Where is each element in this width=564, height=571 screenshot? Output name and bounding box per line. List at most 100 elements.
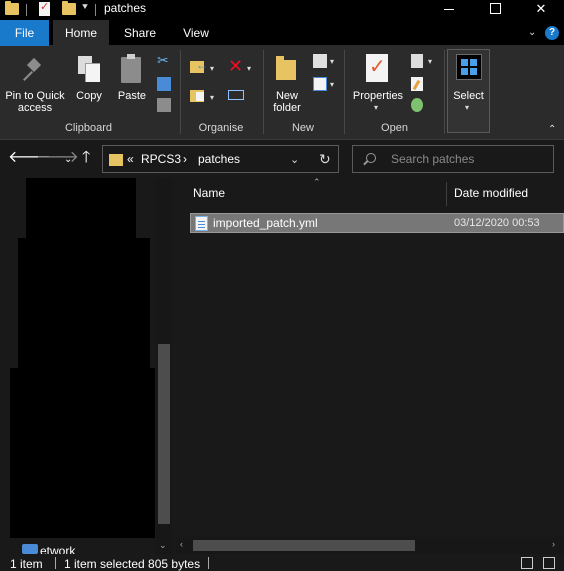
help-icon[interactable]: ?: [545, 26, 559, 40]
redacted-area: [18, 238, 150, 388]
status-bar: 1 item 1 item selected 805 bytes: [0, 554, 564, 571]
ribbon-divider: [444, 50, 445, 134]
paste-button[interactable]: Paste: [114, 90, 150, 102]
new-item-icon[interactable]: [313, 54, 327, 68]
chevron-down-icon[interactable]: ▾: [330, 80, 334, 89]
history-icon[interactable]: [411, 98, 423, 112]
search-input[interactable]: [391, 152, 541, 166]
search-box[interactable]: [352, 145, 554, 173]
column-divider[interactable]: [446, 182, 447, 206]
file-date-modified: 03/12/2020 00:53: [454, 217, 540, 229]
navigation-pane[interactable]: etwork ⌄: [0, 178, 172, 558]
select-icon[interactable]: [456, 54, 482, 80]
forward-arrow-icon[interactable]: 🡒: [36, 150, 79, 166]
file-list-scrollbar[interactable]: ‹ ›: [176, 537, 564, 554]
scroll-left-icon[interactable]: ‹: [180, 539, 183, 549]
expand-ribbon-icon[interactable]: ⌄: [528, 20, 536, 46]
address-bar[interactable]: « RPCS3 › patches ⌄ ↻: [102, 145, 339, 173]
new-folder-icon[interactable]: [276, 56, 298, 80]
nav-pane-scrollbar[interactable]: ⌄: [156, 178, 172, 554]
open-group-label: Open: [381, 122, 408, 134]
easy-access-icon[interactable]: [313, 77, 327, 91]
copy-button[interactable]: Copy: [72, 90, 106, 102]
details-view-icon[interactable]: [521, 557, 533, 569]
status-selection: 1 item selected 805 bytes: [64, 557, 201, 571]
copy-to-icon[interactable]: [190, 88, 208, 104]
pin-label-line1: Pin to Quick: [5, 90, 65, 102]
breadcrumb-separator-icon[interactable]: ›: [183, 152, 187, 166]
scrollbar-thumb[interactable]: [158, 344, 170, 524]
clipboard-group-label: Clipboard: [64, 122, 113, 134]
redacted-area: [10, 368, 155, 538]
collapse-ribbon-icon[interactable]: ⌃: [548, 124, 556, 135]
column-header-name[interactable]: Name: [193, 186, 225, 200]
sort-up-icon: ⌃: [313, 177, 321, 187]
window-title: patches: [104, 1, 147, 15]
file-row[interactable]: imported_patch.yml 03/12/2020 00:53: [190, 213, 564, 233]
toolbar-divider: [95, 4, 96, 16]
address-dropdown-icon[interactable]: ⌄: [290, 153, 299, 166]
status-divider: [208, 557, 209, 569]
breadcrumb-overflow[interactable]: «: [127, 152, 134, 166]
organise-group-label: Organise: [198, 122, 244, 134]
pin-label-line2: access: [17, 102, 53, 114]
chevron-down-icon[interactable]: ▾: [210, 93, 214, 102]
up-arrow-icon[interactable]: 🡑: [82, 150, 90, 166]
copy-path-icon[interactable]: [157, 77, 171, 91]
tab-home[interactable]: Home: [53, 20, 109, 46]
delete-icon[interactable]: ✕: [228, 57, 243, 75]
refresh-icon[interactable]: ↻: [319, 151, 331, 168]
rename-icon[interactable]: [228, 90, 244, 100]
properties-quick-icon[interactable]: [39, 0, 50, 16]
minimize-button[interactable]: [426, 0, 472, 20]
chevron-down-icon[interactable]: ▾: [465, 103, 469, 112]
cut-icon[interactable]: ✂: [157, 53, 171, 67]
column-header-date-modified[interactable]: Date modified: [454, 186, 528, 200]
chevron-down-icon[interactable]: ▾: [428, 57, 432, 66]
pin-icon[interactable]: [24, 58, 46, 84]
folder-icon: [5, 1, 19, 15]
search-icon: [366, 153, 376, 163]
ribbon-tab-bar: File Home Share View ⌄ ?: [0, 20, 564, 46]
new-folder-button[interactable]: New folder: [266, 90, 308, 114]
new-folder-quick-icon[interactable]: [62, 1, 76, 15]
paste-icon[interactable]: [121, 54, 143, 84]
file-name: imported_patch.yml: [213, 216, 318, 230]
ribbon: Pin to Quick access Copy Paste ✂ Clipboa…: [0, 46, 564, 140]
scroll-right-icon[interactable]: ›: [552, 539, 555, 549]
tab-view[interactable]: View: [171, 20, 221, 46]
chevron-down-icon[interactable]: ▾: [247, 64, 251, 73]
status-divider: [55, 557, 56, 569]
quick-access-dropdown-icon[interactable]: ⯆: [81, 2, 89, 13]
properties-icon[interactable]: [366, 54, 388, 82]
chevron-down-icon[interactable]: ▾: [374, 103, 378, 112]
new-folder-label-line1: New: [275, 90, 298, 102]
breadcrumb-patches[interactable]: patches: [198, 152, 240, 166]
network-icon: [22, 544, 38, 554]
large-icons-view-icon[interactable]: [543, 557, 555, 569]
chevron-down-icon[interactable]: ▾: [210, 64, 214, 73]
close-button[interactable]: ✕: [518, 0, 564, 20]
pin-to-quick-access-button[interactable]: Pin to Quick access: [2, 90, 68, 114]
scroll-down-icon[interactable]: ⌄: [159, 540, 167, 551]
new-folder-label-line2: folder: [273, 102, 301, 114]
recent-locations-icon[interactable]: ⌄: [64, 152, 72, 168]
navigation-bar: 🡐 🡒 ⌄ 🡑 « RPCS3 › patches ⌄ ↻: [0, 140, 564, 178]
tab-share[interactable]: Share: [113, 20, 167, 46]
paste-shortcut-icon[interactable]: [157, 98, 171, 112]
scrollbar-thumb[interactable]: [193, 540, 415, 551]
copy-icon[interactable]: [78, 56, 102, 84]
toolbar-divider: [26, 4, 27, 16]
text-file-icon: [195, 216, 208, 231]
chevron-down-icon[interactable]: ▾: [330, 57, 334, 66]
file-list: ⌃ Name Date modified imported_patch.yml …: [176, 177, 564, 554]
edit-icon[interactable]: [411, 77, 423, 91]
open-icon[interactable]: [411, 54, 423, 68]
maximize-button[interactable]: [472, 0, 518, 20]
properties-button[interactable]: Properties: [348, 90, 408, 102]
breadcrumb-rpcs3[interactable]: RPCS3: [141, 152, 181, 166]
new-group-label: New: [291, 122, 314, 134]
move-to-icon[interactable]: [190, 58, 208, 75]
tab-file[interactable]: File: [0, 20, 49, 46]
title-bar: ⯆ patches ✕: [0, 0, 564, 20]
